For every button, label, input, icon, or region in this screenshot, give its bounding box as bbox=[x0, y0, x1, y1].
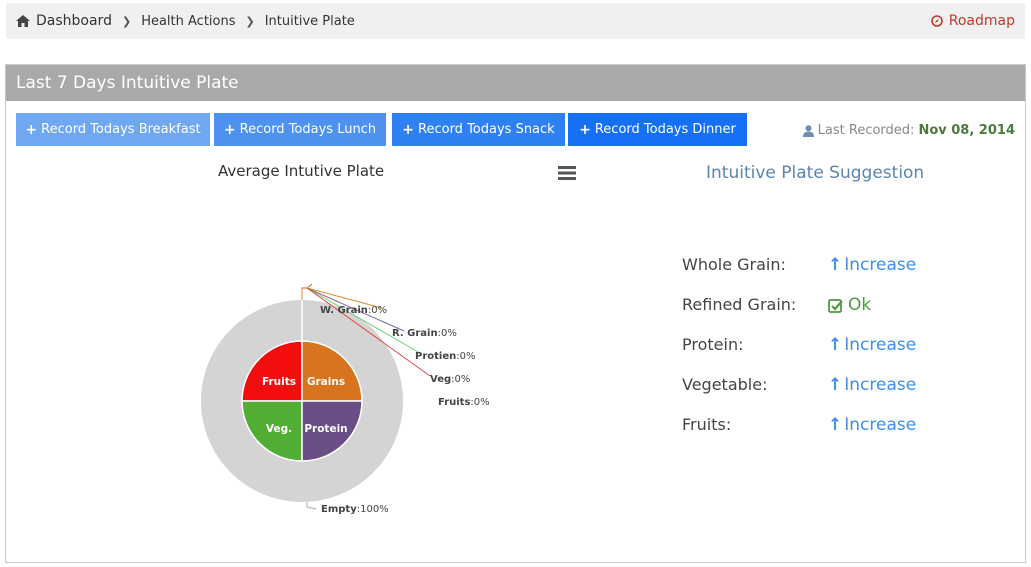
quadrant-label-grains: Grains bbox=[307, 376, 345, 388]
suggestion-value-whole-grain: ↑ Increase bbox=[828, 255, 916, 275]
quadrant-label-protein: Protein bbox=[304, 423, 347, 435]
plus-icon: + bbox=[223, 121, 236, 138]
callout-value: :0% bbox=[451, 374, 470, 385]
callout-value: :0% bbox=[438, 328, 457, 339]
last-recorded-date: Nov 08, 2014 bbox=[918, 123, 1015, 138]
breadcrumb-intuitive-plate: Intuitive Plate bbox=[265, 14, 355, 29]
callout-name: Empty bbox=[321, 504, 357, 515]
callout-w-grain: W. Grain:0% bbox=[320, 305, 387, 316]
plus-icon: + bbox=[579, 121, 591, 138]
callout-value: :0% bbox=[368, 305, 387, 316]
chart-layer: Fruits Grains Veg. Protein W. Grain:0% R… bbox=[201, 283, 490, 515]
suggestion-title: Intuitive Plate Suggestion bbox=[706, 163, 925, 183]
callout-name: Veg bbox=[430, 374, 451, 385]
suggestion-value-refined-grain: Ok bbox=[828, 295, 871, 315]
suggestion-label-fruits: Fruits: bbox=[682, 415, 732, 434]
breadcrumb-health-actions[interactable]: Health Actions bbox=[141, 14, 235, 29]
suggestion-value-fruits: ↑ Increase bbox=[828, 415, 916, 435]
panel-title: Last 7 Days Intuitive Plate bbox=[6, 65, 1025, 101]
callout-name: Fruits bbox=[438, 397, 470, 408]
record-snack-button[interactable]: + Record Todays Snack bbox=[392, 113, 565, 146]
breadcrumb-label: Intuitive Plate bbox=[264, 13, 355, 29]
suggestion-value: Ok bbox=[848, 295, 872, 315]
callout-value: :0% bbox=[456, 351, 475, 362]
last-recorded-label: Last Recorded: bbox=[817, 123, 915, 138]
suggestion-value-protein: ↑ Increase bbox=[828, 335, 916, 355]
button-label: Record Todays Lunch bbox=[239, 122, 377, 137]
home-icon bbox=[16, 15, 30, 27]
callout-veg: Veg:0% bbox=[430, 374, 470, 385]
roadmap-link[interactable]: Roadmap bbox=[930, 3, 1015, 39]
callout-protien: Protien:0% bbox=[415, 351, 475, 362]
record-dinner-button[interactable]: + Record Todays Dinner bbox=[568, 113, 747, 146]
suggestion-label-whole-grain: Whole Grain: bbox=[682, 255, 786, 274]
callout-line-empty bbox=[306, 502, 317, 510]
callout-value: :100% bbox=[357, 504, 389, 515]
chevron-right-icon: ❯ bbox=[121, 14, 132, 28]
callout-value: :0% bbox=[470, 397, 489, 408]
arrow-up-icon: ↑ bbox=[828, 375, 843, 395]
callout-name: R. Grain bbox=[392, 328, 438, 339]
suggestion-value-vegetable: ↑ Increase bbox=[828, 375, 916, 395]
quadrant-label-fruits: Fruits bbox=[262, 376, 296, 388]
intuitive-plate-panel: Last 7 Days Intuitive Plate + Record Tod… bbox=[5, 64, 1026, 563]
callout-name: Protien bbox=[415, 351, 456, 362]
button-label: Record Todays Breakfast bbox=[41, 122, 201, 137]
suggestion-value: Increase bbox=[844, 335, 917, 355]
breadcrumb-label: Dashboard bbox=[36, 13, 112, 29]
chart-title: Average Intutive Plate bbox=[218, 162, 385, 180]
callout-r-grain: R. Grain:0% bbox=[392, 328, 457, 339]
callout-empty: Empty:100% bbox=[321, 504, 389, 515]
suggestion-value: Increase bbox=[844, 415, 917, 435]
check-square-icon bbox=[828, 298, 843, 313]
chevron-right-icon: ❯ bbox=[245, 14, 255, 28]
arrow-up-icon: ↑ bbox=[828, 255, 843, 275]
record-lunch-button[interactable]: + Record Todays Lunch bbox=[214, 113, 386, 146]
suggestion-label-refined-grain: Refined Grain: bbox=[682, 295, 797, 314]
hamburger-menu-icon[interactable] bbox=[558, 166, 576, 180]
button-label: Record Todays Snack bbox=[418, 122, 555, 137]
breadcrumb-label: Health Actions bbox=[141, 13, 236, 29]
suggestion-label-protein: Protein: bbox=[682, 335, 744, 354]
arrow-up-icon: ↑ bbox=[828, 335, 843, 355]
suggestion-label-vegetable: Vegetable: bbox=[682, 375, 768, 394]
roadmap-label: Roadmap bbox=[948, 13, 1015, 29]
callout-name: W. Grain bbox=[320, 305, 368, 316]
suggestion-value: Increase bbox=[844, 375, 917, 395]
plus-icon: + bbox=[25, 121, 38, 138]
suggestion-value: Increase bbox=[844, 255, 917, 275]
quadrant-label-veg: Veg. bbox=[266, 423, 292, 435]
breadcrumb: Dashboard ❯ Health Actions ❯ Intuitive P… bbox=[6, 3, 1025, 39]
compass-icon bbox=[930, 15, 943, 27]
record-breakfast-button[interactable]: + Record Todays Breakfast bbox=[16, 113, 210, 146]
plate-chart: Fruits Grains Veg. Protein W. Grain:0% R… bbox=[201, 283, 490, 515]
callout-fruits: Fruits:0% bbox=[438, 397, 490, 408]
last-recorded: Last Recorded: Nov 08, 2014 bbox=[802, 123, 1015, 138]
breadcrumb-dashboard[interactable]: Dashboard bbox=[16, 13, 112, 29]
button-label: Record Todays Dinner bbox=[594, 122, 736, 137]
user-icon bbox=[802, 124, 814, 137]
arrow-up-icon: ↑ bbox=[828, 415, 843, 435]
callout-line-w-grain bbox=[301, 283, 313, 300]
plus-icon: + bbox=[402, 121, 415, 138]
